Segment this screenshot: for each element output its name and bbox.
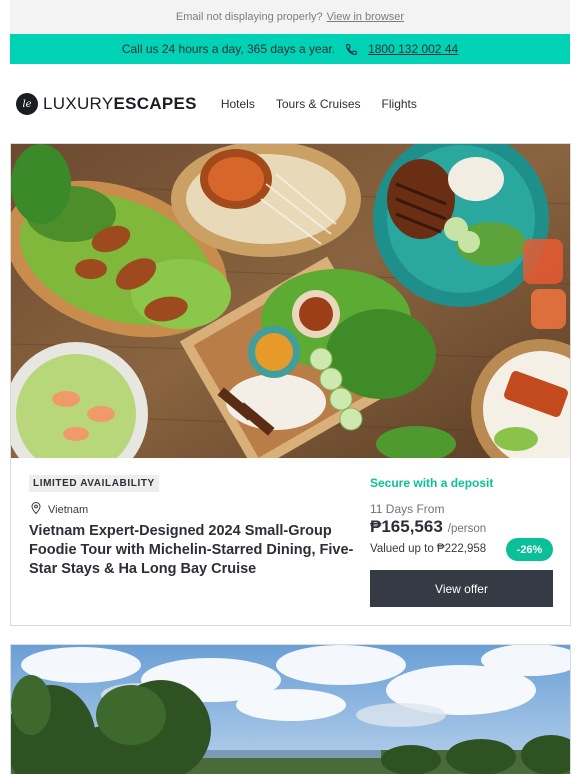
view-in-browser-link[interactable]: View in browser [327,11,404,23]
call-banner-text: Call us 24 hours a day, 365 days a year. [121,42,336,56]
logo-word-luxury: LUXURY [43,94,114,113]
nav-hotels[interactable]: Hotels [221,97,255,111]
valued-up-to: Valued up to ₱222,958 [370,543,487,555]
preheader-text: Email not displaying properly? [175,11,323,23]
duration-label: 11 Days From [370,502,445,516]
logo-wordmark: LUXURYESCAPES [43,94,197,114]
price-row: ₱165,563 /person [370,517,486,537]
offer-location: Vietnam [31,502,88,517]
logo-mark: le [16,93,38,115]
view-offer-button[interactable]: View offer [370,570,553,607]
price-amount: ₱165,563 [370,517,443,536]
deposit-label: Secure with a deposit [370,476,494,490]
main-nav: Hotels Tours & Cruises Flights [221,97,417,111]
phone-number-link[interactable]: 1800 132 002 44 [368,42,458,56]
discount-badge: -26% [506,538,553,561]
offer-hero-image[interactable] [11,144,570,458]
offer-pricing: Secure with a deposit 11 Days From ₱165,… [370,458,554,626]
price-unit: /person [447,523,487,535]
location-pin-icon [31,502,41,517]
call-banner: Call us 24 hours a day, 365 days a year.… [10,34,570,64]
site-header: le LUXURYESCAPES Hotels Tours & Cruises … [10,64,570,144]
preheader: Email not displaying properly? View in b… [10,0,570,34]
location-name: Vietnam [48,503,89,516]
next-offer-image[interactable] [10,644,571,774]
luxury-escapes-logo[interactable]: le LUXURYESCAPES [16,93,197,115]
nav-tours-cruises[interactable]: Tours & Cruises [276,97,361,111]
phone-icon [345,43,358,56]
limited-availability-badge: LIMITED AVAILABILITY [29,475,159,492]
offer-details: LIMITED AVAILABILITY Vietnam Vietnam Exp… [11,458,570,626]
offer-card: LIMITED AVAILABILITY Vietnam Vietnam Exp… [10,143,571,626]
offer-title[interactable]: Vietnam Expert-Designed 2024 Small-Group… [29,522,355,579]
logo-word-escapes: ESCAPES [113,94,197,113]
nav-flights[interactable]: Flights [382,97,417,111]
